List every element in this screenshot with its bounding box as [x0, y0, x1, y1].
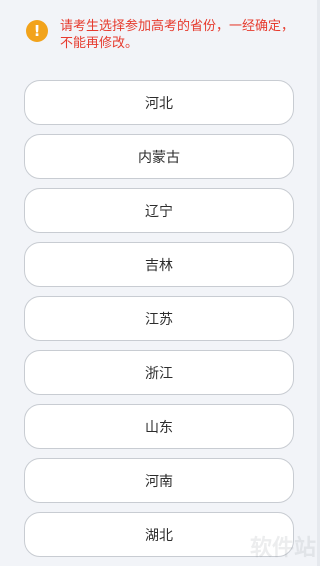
province-button-henan[interactable]: 河南	[24, 458, 294, 503]
province-button-shandong[interactable]: 山东	[24, 404, 294, 449]
province-button-jiangsu[interactable]: 江苏	[24, 296, 294, 341]
notice-banner: ! 请考生选择参加高考的省份，一经确定， 不能再修改。	[26, 18, 294, 52]
province-button-jilin[interactable]: 吉林	[24, 242, 294, 287]
watermark: 软件站	[249, 536, 316, 561]
province-button-hebei[interactable]: 河北	[24, 80, 294, 125]
province-button-neimenggu[interactable]: 内蒙古	[24, 134, 294, 179]
notice-text: 请考生选择参加高考的省份，一经确定， 不能再修改。	[60, 19, 295, 51]
province-list: 河北 内蒙古 辽宁 吉林 江苏 浙江 山东 河南 湖北	[24, 80, 294, 566]
exclamation-icon: !	[26, 20, 48, 42]
province-button-liaoning[interactable]: 辽宁	[24, 188, 294, 233]
province-button-zhejiang[interactable]: 浙江	[24, 350, 294, 395]
province-select-screen: ! 请考生选择参加高考的省份，一经确定， 不能再修改。 河北 内蒙古 辽宁 吉林…	[0, 0, 320, 566]
